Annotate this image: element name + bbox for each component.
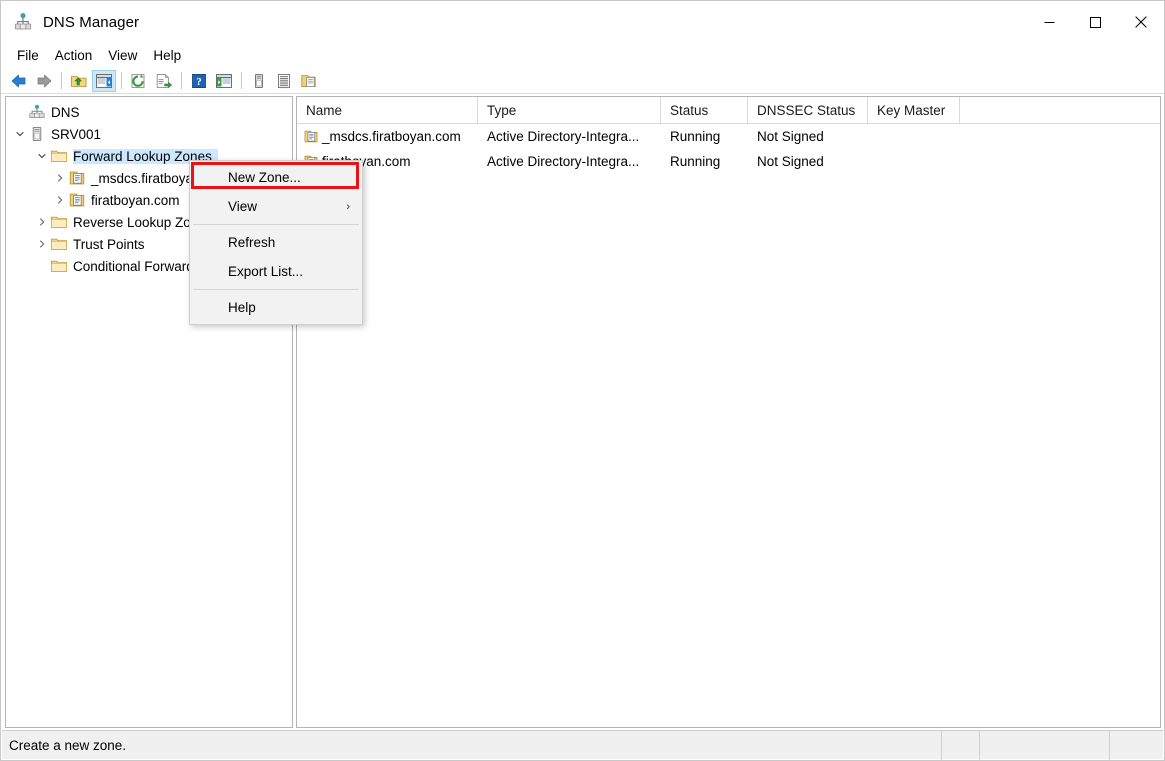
chevron-right-icon[interactable] xyxy=(52,189,68,211)
show-hide-console-tree-icon[interactable] xyxy=(92,69,116,92)
toolbar: ? xyxy=(1,68,1164,94)
zones-list-panel: Name Type Status DNSSEC Status Key Maste… xyxy=(296,96,1161,728)
column-header-key-master[interactable]: Key Master xyxy=(868,97,960,124)
export-list-icon[interactable] xyxy=(152,70,176,92)
column-header-status[interactable]: Status xyxy=(661,97,748,124)
column-header-type[interactable]: Type xyxy=(478,97,661,124)
tree-node-label: firatboyan.com xyxy=(91,192,180,208)
twisty-placeholder xyxy=(12,101,28,123)
chevron-right-icon[interactable] xyxy=(52,167,68,189)
menu-view[interactable]: View xyxy=(100,45,145,66)
large-icons-icon[interactable] xyxy=(247,70,271,92)
chevron-right-icon: › xyxy=(346,200,350,213)
list-header: Name Type Status DNSSEC Status Key Maste… xyxy=(297,97,1160,124)
tree-node-srv001[interactable]: SRV001 xyxy=(6,123,292,145)
menu-file[interactable]: File xyxy=(9,45,47,66)
tree-node-label: SRV001 xyxy=(51,126,102,142)
tree-node-label: Trust Points xyxy=(73,236,145,252)
context-menu-item-new-zone[interactable]: New Zone... xyxy=(190,163,362,192)
chevron-down-icon[interactable] xyxy=(34,145,50,167)
copy-icon[interactable] xyxy=(297,70,321,92)
toolbar-separator xyxy=(181,72,182,89)
title-bar: DNS Manager xyxy=(1,1,1164,43)
chevron-right-icon[interactable] xyxy=(34,233,50,255)
cell-name: _msdcs.firatboyan.com xyxy=(297,124,478,149)
column-header-dnssec-status[interactable]: DNSSEC Status xyxy=(748,97,868,124)
tree-node-label: DNS xyxy=(51,104,80,120)
status-bar: Create a new zone. xyxy=(2,730,1163,760)
folder-icon xyxy=(50,236,68,252)
toolbar-separator xyxy=(61,72,62,89)
column-header-name[interactable]: Name xyxy=(297,97,478,124)
svg-text:?: ? xyxy=(196,75,202,87)
context-menu-item-label: Refresh xyxy=(228,235,276,250)
cell-key-master xyxy=(868,149,960,174)
close-button[interactable] xyxy=(1118,1,1164,43)
context-menu-item-help[interactable]: Help xyxy=(190,293,362,322)
zone-icon xyxy=(68,170,86,186)
details-view-icon[interactable] xyxy=(272,70,296,92)
cell-type: Active Directory-Integra... xyxy=(487,154,640,169)
zone-icon xyxy=(303,129,319,144)
cell-name-text: _msdcs.firatboyan.com xyxy=(322,129,461,144)
toolbar-separator xyxy=(121,72,122,89)
cell-type: Active Directory-Integra... xyxy=(487,129,640,144)
context-menu-item-view[interactable]: View › xyxy=(190,192,362,221)
up-one-level-icon[interactable] xyxy=(67,70,91,92)
menu-bar: File Action View Help xyxy=(1,43,1164,68)
context-menu-item-label: New Zone... xyxy=(228,170,301,185)
dns-root-icon xyxy=(28,104,46,120)
menu-help[interactable]: Help xyxy=(145,45,189,66)
chevron-right-icon[interactable] xyxy=(34,211,50,233)
context-menu-item-export-list[interactable]: Export List... xyxy=(190,257,362,286)
cell-dnssec-status: Not Signed xyxy=(757,129,824,144)
context-menu-item-label: Export List... xyxy=(228,264,304,279)
status-pane-3 xyxy=(980,730,1110,760)
dns-server-icon xyxy=(13,12,33,32)
back-icon[interactable] xyxy=(7,70,31,92)
folder-icon xyxy=(50,148,68,164)
context-menu-item-label: Help xyxy=(228,300,256,315)
minimize-button[interactable] xyxy=(1026,1,1072,43)
status-pane-4 xyxy=(1110,731,1163,760)
toolbar-separator xyxy=(241,72,242,89)
cell-dnssec-status: Not Signed xyxy=(757,154,824,169)
twisty-placeholder xyxy=(34,255,50,277)
cell-status: Running xyxy=(670,129,721,144)
window-title: DNS Manager xyxy=(43,13,140,31)
forward-icon[interactable] xyxy=(32,70,56,92)
status-pane-2 xyxy=(942,730,980,760)
menu-action[interactable]: Action xyxy=(47,45,101,66)
context-menu-separator xyxy=(193,224,359,225)
folder-icon xyxy=(50,214,68,230)
maximize-button[interactable] xyxy=(1072,1,1118,43)
cell-key-master xyxy=(868,124,960,149)
table-row[interactable]: _msdcs.firatboyan.com Active Directory-I… xyxy=(297,124,1160,149)
cell-status: Running xyxy=(670,154,721,169)
zone-icon xyxy=(68,192,86,208)
server-icon xyxy=(28,126,46,142)
table-row[interactable]: firatboyan.com Active Directory-Integra.… xyxy=(297,149,1160,174)
folder-icon xyxy=(50,258,68,274)
status-message: Create a new zone. xyxy=(2,730,942,760)
context-menu-item-label: View xyxy=(228,199,258,214)
help-icon[interactable]: ? xyxy=(187,70,211,92)
context-menu: New Zone... View › Refresh Export List..… xyxy=(189,160,363,325)
window-controls xyxy=(1026,1,1164,43)
context-menu-separator xyxy=(193,289,359,290)
dns-manager-window: DNS Manager File Action View Help ? DNS … xyxy=(0,0,1165,761)
main-body: DNS SRV001 Forward Lookup Zones _msdcs.f… xyxy=(5,96,1161,728)
tree-node-dns[interactable]: DNS xyxy=(6,101,292,123)
chevron-down-icon[interactable] xyxy=(12,123,28,145)
show-hide-action-pane-icon[interactable] xyxy=(212,70,236,92)
context-menu-item-refresh[interactable]: Refresh xyxy=(190,228,362,257)
refresh-icon[interactable] xyxy=(127,70,151,92)
